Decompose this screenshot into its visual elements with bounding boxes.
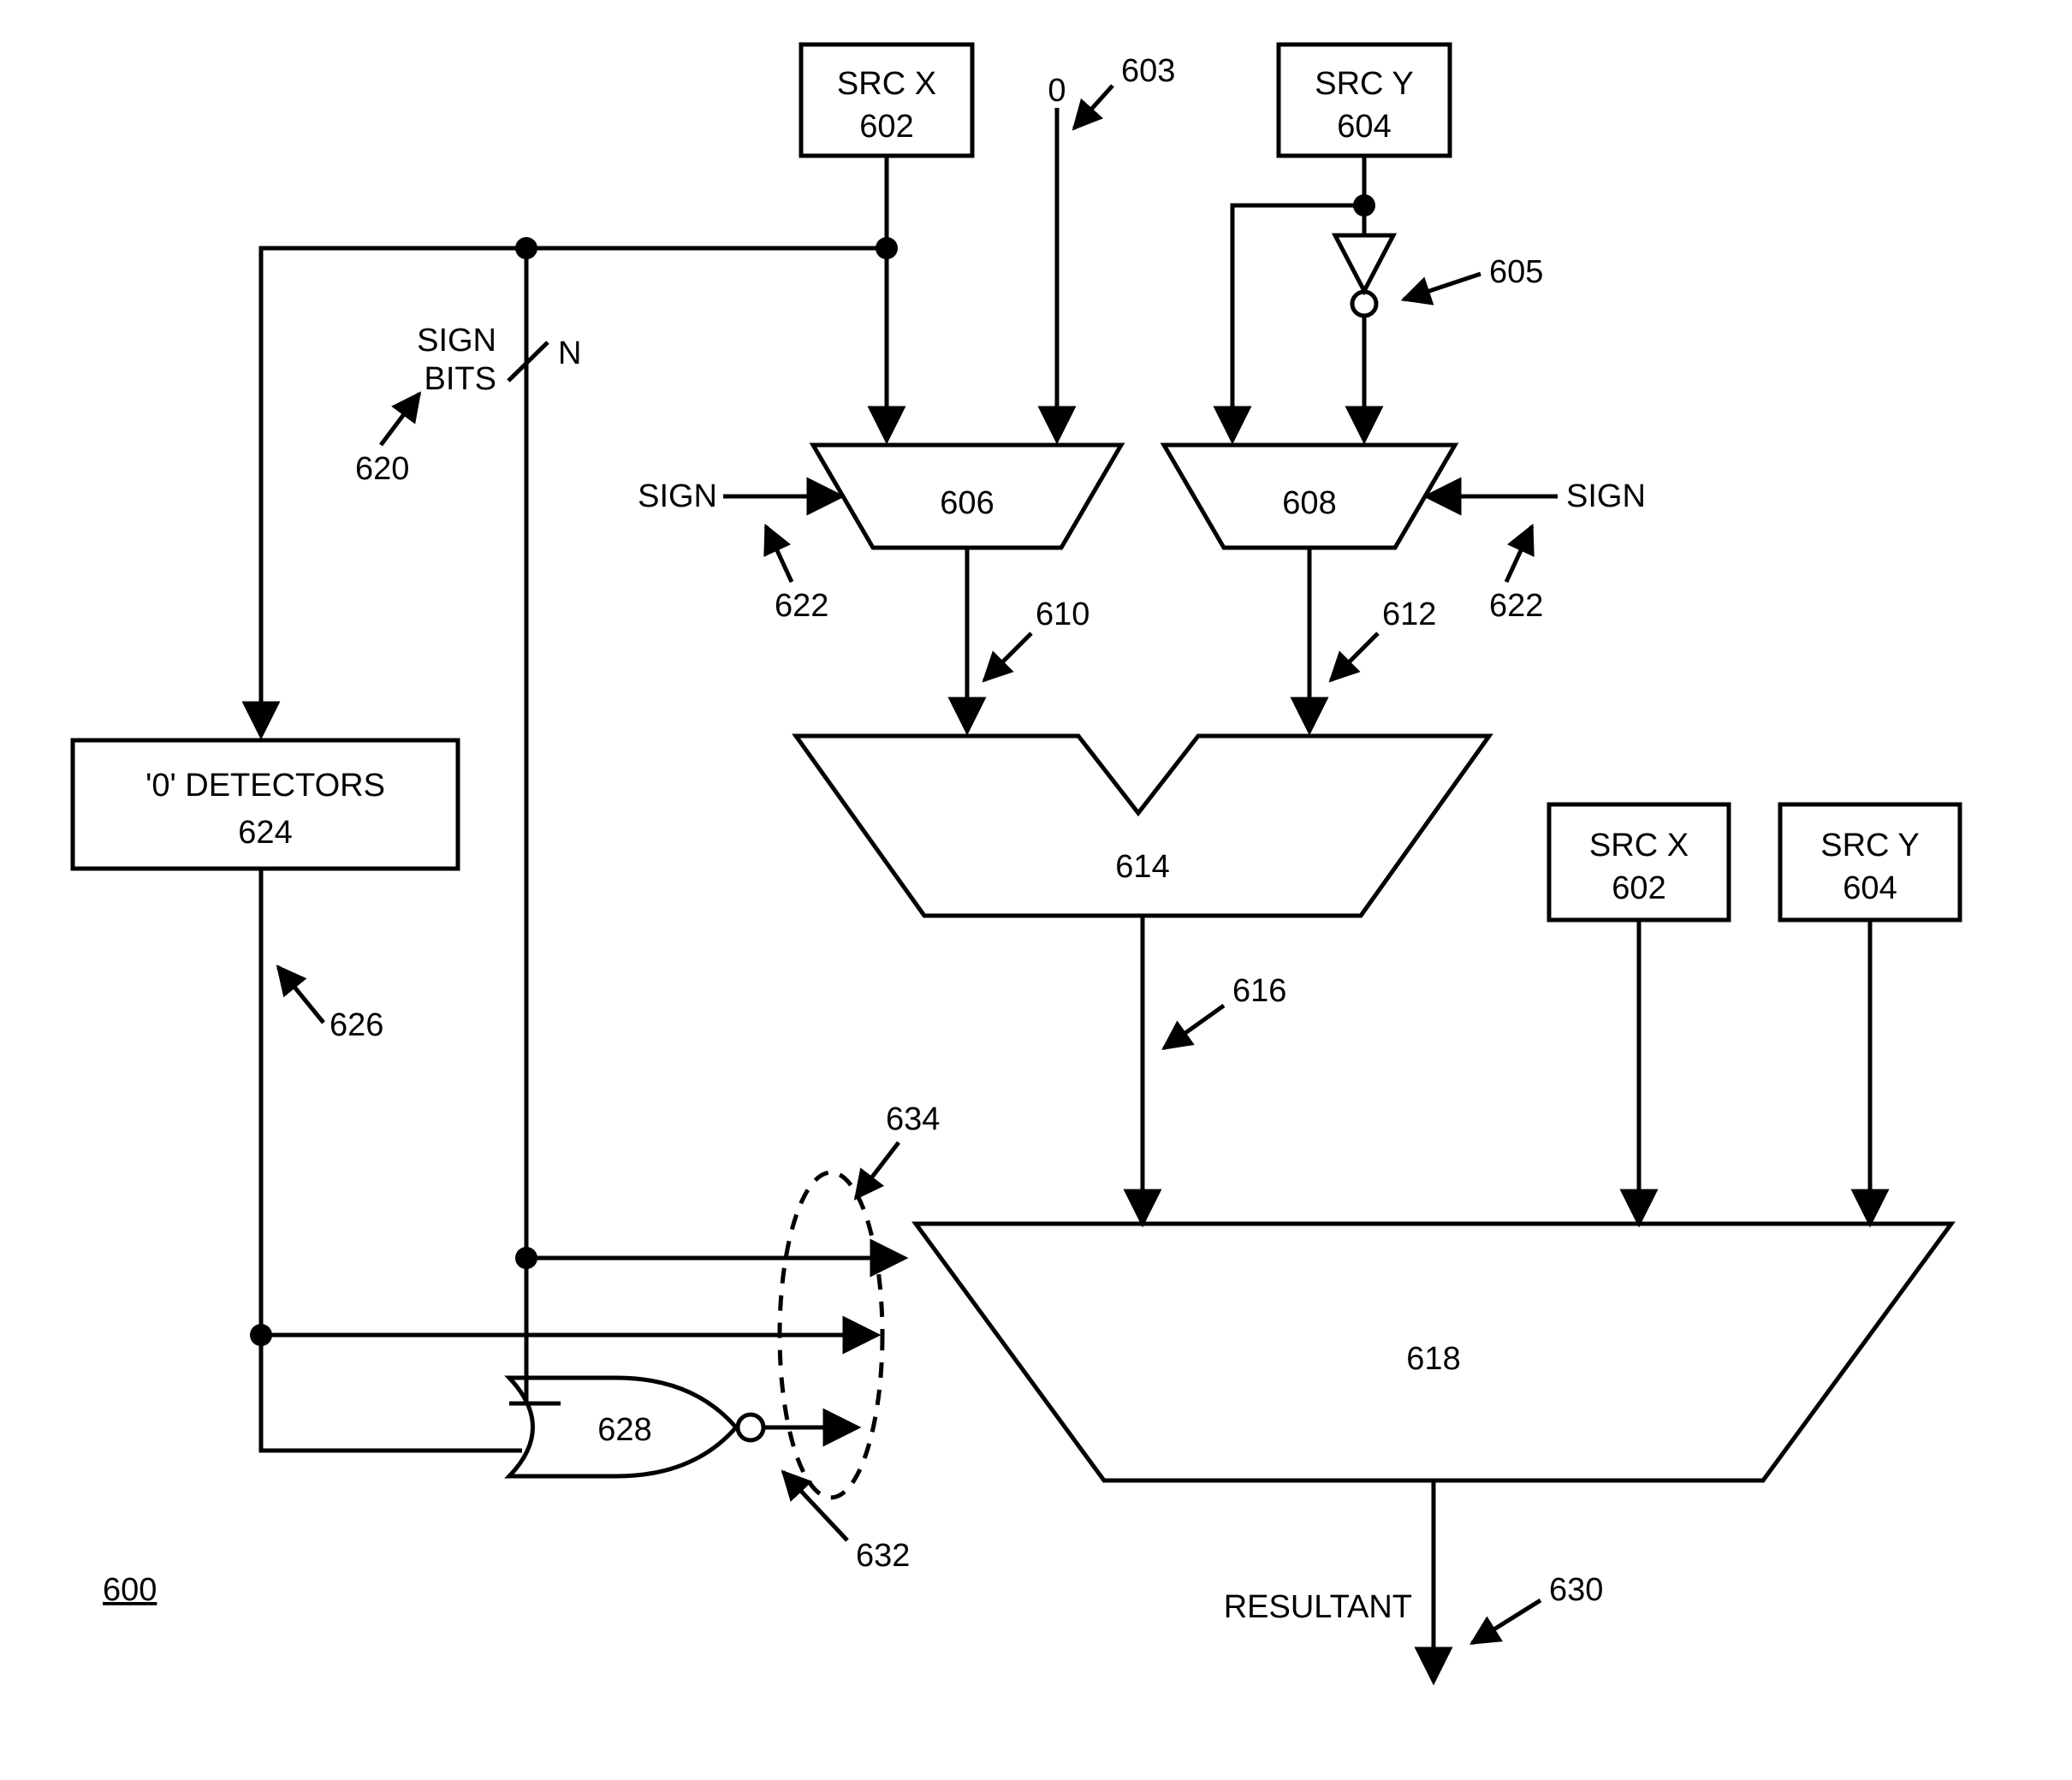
- svg-text:622: 622: [775, 588, 828, 624]
- block-srcx-top: SRC X 602: [801, 44, 972, 156]
- bus-slash: SIGN BITS N: [417, 323, 581, 397]
- svg-text:630: 630: [1549, 1572, 1603, 1608]
- figure-number: 600: [103, 1572, 157, 1608]
- ref-626: 626: [278, 967, 383, 1043]
- srcx-top-num: 602: [859, 109, 913, 145]
- ref-622a: 622: [766, 526, 828, 624]
- svg-text:634: 634: [886, 1101, 940, 1137]
- wire-srcy-direct-to-mux608: [1232, 205, 1364, 441]
- svg-text:628: 628: [597, 1412, 651, 1448]
- svg-text:608: 608: [1282, 485, 1336, 521]
- zero-input-label: 0: [1048, 73, 1066, 109]
- ref-634: 634: [856, 1101, 940, 1198]
- block-srcy-right: SRC Y 604: [1780, 804, 1960, 920]
- svg-text:BITS: BITS: [424, 361, 496, 397]
- svg-text:603: 603: [1121, 53, 1175, 89]
- svg-text:'0' DETECTORS: '0' DETECTORS: [145, 768, 385, 804]
- ref-610: 610: [984, 596, 1089, 680]
- mux-608: 608: [1164, 445, 1455, 548]
- srcy-top-num: 604: [1337, 109, 1391, 145]
- block-zero-detectors: '0' DETECTORS 624: [73, 740, 458, 869]
- svg-text:620: 620: [355, 451, 409, 487]
- sign-left-label: SIGN: [638, 478, 717, 514]
- ref-616: 616: [1164, 973, 1286, 1048]
- ref-620: 620: [355, 394, 419, 487]
- nor-gate: 628: [509, 1378, 763, 1476]
- ref-630: 630: [1472, 1572, 1603, 1643]
- svg-text:618: 618: [1406, 1341, 1460, 1377]
- block-srcy-top: SRC Y 604: [1279, 44, 1450, 156]
- svg-text:612: 612: [1382, 596, 1436, 632]
- mux-618: 618: [916, 1224, 1951, 1480]
- svg-text:SRC X: SRC X: [1589, 828, 1689, 863]
- adder-614: 614: [796, 736, 1489, 916]
- svg-text:622: 622: [1489, 588, 1543, 624]
- inverter-605: [1335, 235, 1393, 316]
- svg-text:SIGN: SIGN: [417, 323, 496, 359]
- sign-right-label: SIGN: [1566, 478, 1646, 514]
- ref-622b: 622: [1489, 526, 1543, 624]
- svg-text:610: 610: [1036, 596, 1089, 632]
- wire-srcx-to-zero-det: [261, 248, 887, 736]
- circuit-diagram: SRC X 602 SRC Y 604 0 603 605 606: [0, 0, 2072, 1780]
- srcx-top-label: SRC X: [837, 66, 936, 102]
- svg-text:N: N: [558, 335, 581, 371]
- svg-text:616: 616: [1232, 973, 1286, 1009]
- srcy-top-label: SRC Y: [1315, 66, 1413, 102]
- svg-text:604: 604: [1843, 870, 1897, 906]
- svg-text:602: 602: [1612, 870, 1665, 906]
- svg-text:626: 626: [330, 1007, 383, 1043]
- svg-text:624: 624: [238, 815, 292, 851]
- ref-605: 605: [1404, 254, 1543, 300]
- svg-text:606: 606: [940, 485, 994, 521]
- svg-text:SRC Y: SRC Y: [1820, 828, 1919, 863]
- svg-text:632: 632: [856, 1538, 910, 1574]
- svg-text:605: 605: [1489, 254, 1543, 290]
- ref-612: 612: [1331, 596, 1436, 680]
- mux-606: 606: [813, 445, 1121, 548]
- resultant-label: RESULTANT: [1224, 1589, 1412, 1625]
- ref-603: 603: [1074, 53, 1175, 128]
- svg-text:614: 614: [1115, 849, 1169, 885]
- wire-zerodet-to-nor: [261, 1335, 501, 1451]
- block-srcx-right: SRC X 602: [1549, 804, 1729, 920]
- ref-632: 632: [783, 1472, 910, 1574]
